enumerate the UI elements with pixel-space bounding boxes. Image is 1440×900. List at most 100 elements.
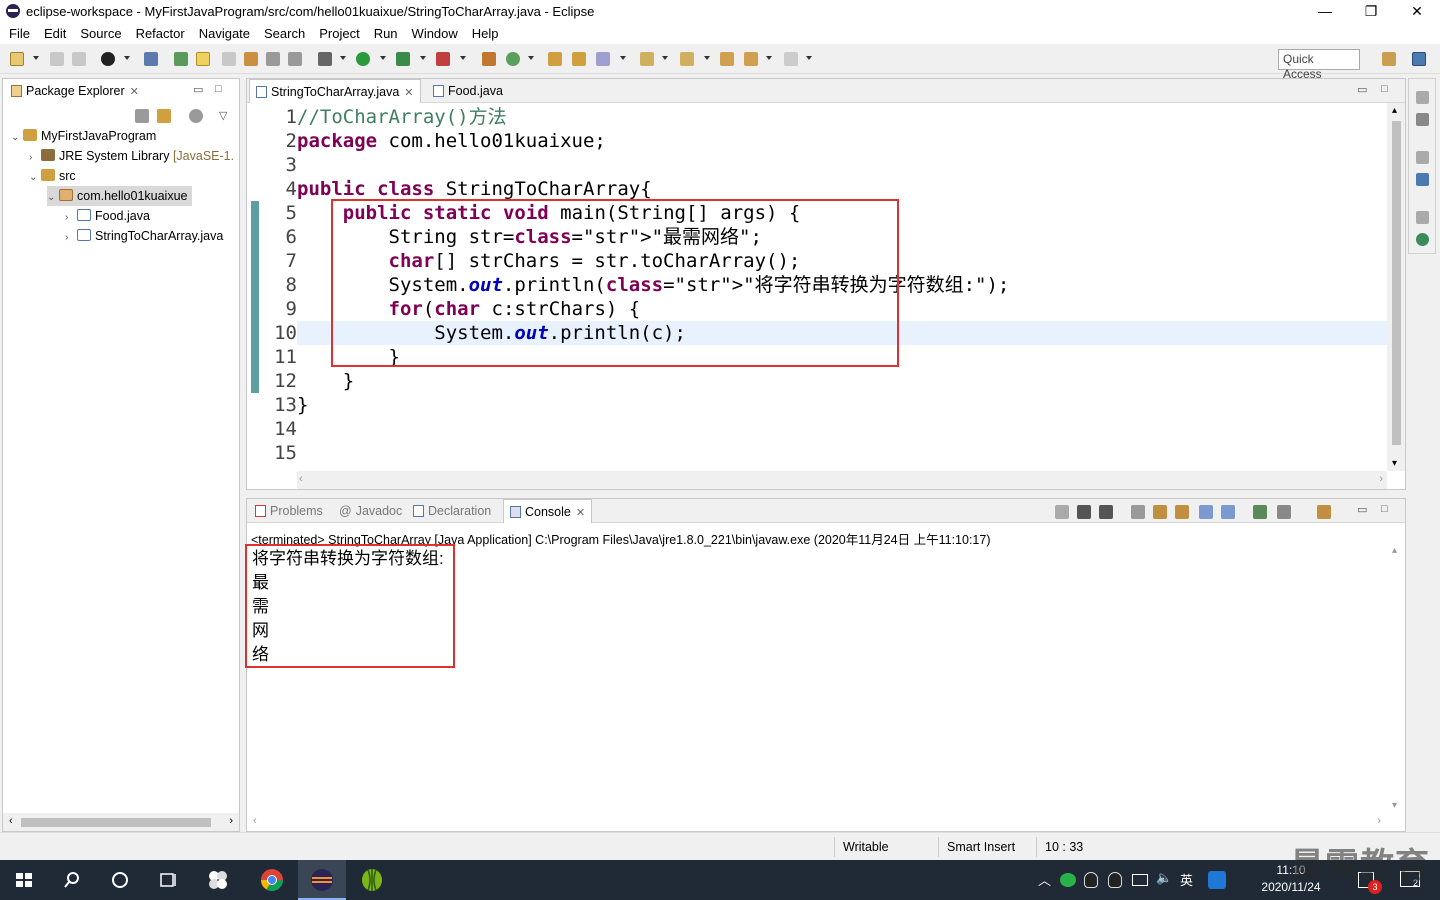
debug-dropdown-icon[interactable] [124,56,130,60]
tab-javadoc[interactable]: @ Javadoc [333,499,408,523]
open-folder-icon[interactable] [548,52,562,66]
scroll-right-icon[interactable]: › [1379,473,1383,485]
next-annotation-dropdown-icon[interactable] [662,56,668,60]
show-whitespace-icon[interactable] [288,52,302,66]
tab-food[interactable]: Food.java [427,79,509,103]
restore-icon[interactable] [1416,91,1429,104]
scroll-right-icon[interactable]: › [229,815,233,827]
qq-icon[interactable] [1108,872,1122,888]
view-menu-icon[interactable] [189,109,203,123]
menu-navigate[interactable]: Navigate [192,26,257,41]
scroll-left-icon[interactable]: ‹ [9,815,13,827]
volume-icon[interactable]: 🔈 [1156,870,1172,886]
welcome-icon[interactable] [1416,233,1429,246]
show-on-output-icon[interactable] [1199,505,1213,519]
debug-settings-icon[interactable] [318,52,332,66]
scroll-right-icon[interactable]: › [1377,815,1381,827]
minimize-button[interactable]: — [1302,0,1348,22]
show-hidden-icons[interactable]: ︿ [1038,870,1051,889]
menu-file[interactable]: File [2,26,37,41]
editor-vertical-scrollbar[interactable]: ▴ ▾ [1387,103,1405,471]
close-icon[interactable]: ✕ [130,86,139,98]
chevron-down-icon[interactable]: ▽ [219,109,227,122]
new-icon[interactable] [10,52,24,66]
toggle-mark-occurrences-icon[interactable] [196,52,210,66]
tab-package-explorer[interactable]: Package Explorer ✕ [5,79,145,103]
open-task-icon[interactable] [572,52,586,66]
scroll-lock-icon[interactable] [1153,505,1167,519]
save-all-icon[interactable] [72,52,86,66]
scrollbar-thumb[interactable] [21,818,211,827]
maximize-view-icon[interactable]: □ [1381,83,1388,95]
link-with-editor-icon[interactable] [157,109,171,123]
show-on-error-icon[interactable] [1221,505,1235,519]
code-editor[interactable]: 1//ToCharArray()方法 2 package com.hello01k… [247,103,1387,471]
maximize-view-icon[interactable]: □ [1381,503,1388,515]
maximize-button[interactable]: ❐ [1348,0,1394,22]
pin-console-icon[interactable] [1253,505,1267,519]
chrome-icon[interactable] [258,866,286,894]
minimize-view-icon[interactable]: ▭ [1357,83,1367,96]
collapse-all-icon[interactable] [135,109,149,123]
melon-app-icon[interactable] [358,866,386,894]
new-java-class-icon[interactable] [506,52,520,66]
scroll-down-icon[interactable]: ▾ [1392,800,1397,811]
external-tools-dropdown-icon[interactable] [460,56,466,60]
tree-item-stringtochararray[interactable]: › StringToCharArray.java [65,226,223,246]
skip-breakpoints-icon[interactable] [144,52,158,66]
prev-annotation-icon[interactable] [680,52,694,66]
scroll-down-icon[interactable]: ▾ [1392,458,1397,469]
new-class-dropdown-icon[interactable] [528,56,534,60]
toggle-block-icon[interactable] [222,52,236,66]
display-console-icon[interactable] [1277,505,1291,519]
remove-all-icon[interactable] [1099,505,1113,519]
forward-icon[interactable] [784,52,798,66]
network-icon[interactable] [1132,874,1148,886]
back-dropdown-icon[interactable] [766,56,772,60]
menu-edit[interactable]: Edit [37,26,73,41]
external-tools-icon[interactable] [436,52,450,66]
last-edit-icon[interactable] [720,52,734,66]
input-method-icon[interactable] [1208,871,1226,889]
debug-settings-dropdown-icon[interactable] [340,56,346,60]
task-list-icon[interactable] [1416,113,1429,126]
back-icon[interactable] [744,52,758,66]
coverage-dropdown-icon[interactable] [420,56,426,60]
minimize-view-icon[interactable]: ▭ [193,83,203,96]
menu-project[interactable]: Project [312,26,366,41]
word-wrap-icon[interactable] [244,52,258,66]
tab-stringtochararray[interactable]: StringToCharArray.java ✕ [249,79,421,103]
menu-source[interactable]: Source [73,26,128,41]
tree-item-project[interactable]: ⌄ MyFirstJavaProgram [11,126,156,146]
next-annotation-icon[interactable] [640,52,654,66]
open-perspective-icon[interactable] [1382,52,1396,66]
scroll-up-icon[interactable]: ▴ [1392,105,1397,116]
minimize-view-icon[interactable]: ▭ [1357,503,1367,516]
cortana-icon[interactable] [106,866,134,894]
menu-help[interactable]: Help [465,26,506,41]
clear-console-icon[interactable] [1131,505,1145,519]
editor-horizontal-scrollbar[interactable]: ‹ › [297,471,1387,489]
tree-item-jre[interactable]: › JRE System Library [JavaSE-1. [29,146,234,166]
qq-icon[interactable] [1084,872,1098,888]
scroll-left-icon[interactable]: ‹ [299,473,303,485]
tab-problems[interactable]: Problems [249,499,329,523]
maximize-view-icon[interactable]: □ [215,83,222,95]
tree-item-package[interactable]: ⌄ com.hello01kuaixue [47,186,192,206]
restore-icon[interactable] [1416,211,1429,224]
menu-window[interactable]: Window [405,26,465,41]
java-perspective-icon[interactable] [1412,52,1426,66]
whitespace-icon[interactable] [266,52,280,66]
windows-start-icon[interactable] [10,866,38,894]
scrollbar-thumb[interactable] [1392,121,1401,445]
tab-console[interactable]: Console ✕ [503,499,593,523]
eclipse-icon[interactable] [308,866,336,894]
run-dropdown-icon[interactable] [380,56,386,60]
outline-icon[interactable] [1416,173,1429,186]
search-icon[interactable] [596,52,610,66]
run-icon[interactable] [356,52,370,66]
tab-declaration[interactable]: Declaration [407,499,497,523]
save-icon[interactable] [50,52,64,66]
restore-icon[interactable] [1416,151,1429,164]
search-dropdown-icon[interactable] [620,56,626,60]
